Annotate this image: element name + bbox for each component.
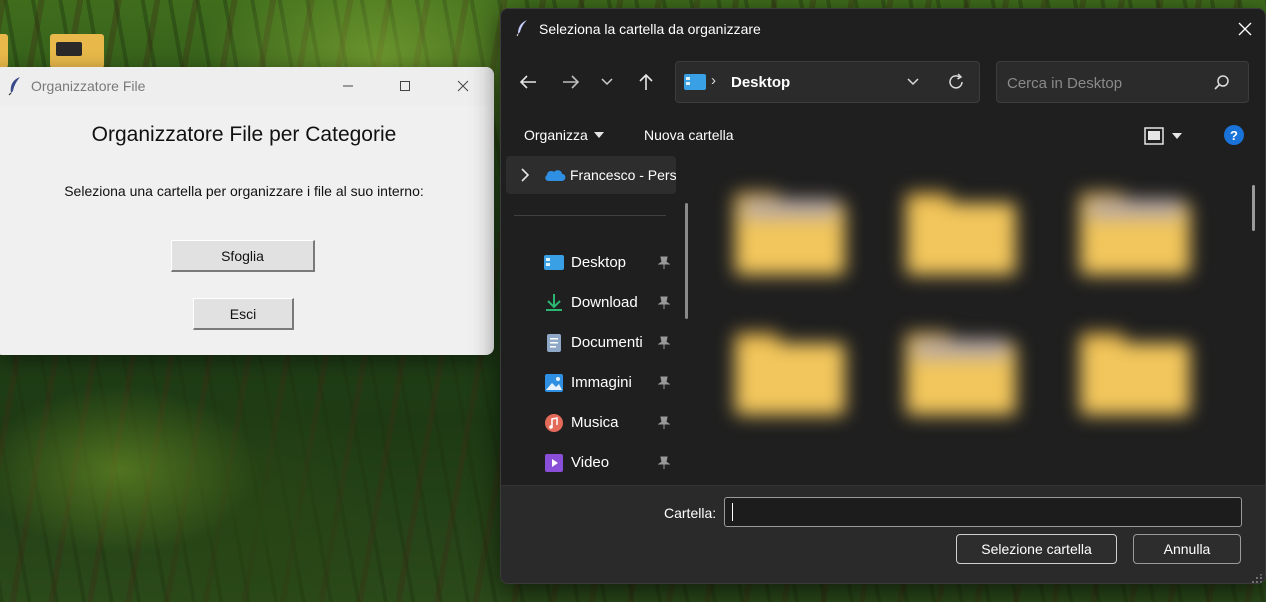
new-folder-label: Nuova cartella	[644, 127, 734, 143]
folder-icon[interactable]	[735, 193, 845, 275]
arrow-up-icon	[639, 73, 653, 90]
new-folder-button[interactable]: Nuova cartella	[644, 127, 734, 143]
refresh-button[interactable]	[944, 71, 968, 93]
close-icon	[457, 80, 469, 92]
view-options-button[interactable]	[1144, 125, 1190, 147]
desktop-icon	[684, 74, 706, 90]
caret-down-icon	[1172, 133, 1182, 139]
up-button[interactable]	[631, 67, 661, 97]
folder-icon[interactable]	[1080, 193, 1190, 275]
forward-button[interactable]	[556, 67, 586, 97]
dialog-close-button[interactable]	[1223, 9, 1265, 49]
nav-divider	[514, 215, 666, 216]
feather-icon	[516, 20, 527, 37]
refresh-icon	[949, 73, 963, 89]
nav-item-label: Download	[571, 294, 638, 311]
download-icon	[546, 294, 562, 311]
dialog-titlebar[interactable]: Seleziona la cartella da organizzare	[501, 9, 1265, 49]
search-box[interactable]	[996, 61, 1249, 103]
pin-icon	[658, 376, 670, 389]
folder-icon[interactable]	[735, 333, 845, 415]
maximize-button[interactable]	[382, 67, 428, 105]
breadcrumb-separator: ›	[711, 72, 716, 89]
arrow-left-icon	[519, 75, 536, 89]
chevron-down-icon	[907, 78, 919, 86]
breadcrumb-desktop[interactable]: Desktop	[731, 74, 790, 91]
organizer-window: Organizzatore File Organizzatore File pe…	[0, 67, 494, 355]
dialog-footer: Cartella: Selezione cartella Annulla	[501, 485, 1265, 584]
pin-icon	[658, 336, 670, 349]
nav-item-documents[interactable]: Documenti	[541, 325, 681, 361]
recent-locations-button[interactable]	[595, 67, 619, 97]
desktop-folder-icon[interactable]	[50, 34, 104, 68]
nav-item-music[interactable]: Musica	[541, 405, 681, 441]
app-heading: Organizzatore File per Categorie	[91, 123, 397, 146]
tk-body: Organizzatore File per Categorie Selezio…	[0, 105, 494, 355]
nav-item-desktop[interactable]: Desktop	[541, 245, 681, 281]
window-title: Organizzatore File	[31, 78, 146, 94]
minimize-icon	[343, 85, 353, 87]
folder-icon[interactable]	[906, 193, 1016, 275]
nav-scrollbar[interactable]	[685, 203, 688, 319]
folder-field-label: Cartella:	[664, 505, 717, 521]
tk-titlebar[interactable]: Organizzatore File	[0, 67, 494, 105]
folder-icon[interactable]	[906, 333, 1016, 415]
pin-icon	[658, 456, 670, 469]
address-dropdown-button[interactable]	[902, 71, 924, 93]
minimize-button[interactable]	[325, 67, 371, 105]
nav-item-download[interactable]: Download	[541, 285, 681, 321]
cancel-button[interactable]: Annulla	[1133, 534, 1241, 564]
music-icon	[545, 414, 563, 432]
pin-icon	[658, 256, 670, 269]
pin-icon	[658, 416, 670, 429]
pictures-icon	[545, 374, 563, 392]
desktop-icon	[544, 255, 564, 270]
back-button[interactable]	[513, 67, 543, 97]
video-icon	[545, 454, 563, 472]
address-bar[interactable]: › Desktop	[675, 61, 980, 103]
browse-button[interactable]: Sfoglia	[171, 240, 315, 272]
text-caret	[732, 503, 733, 521]
select-folder-button[interactable]: Selezione cartella	[956, 534, 1117, 564]
nav-item-label: Video	[571, 454, 610, 471]
exit-button[interactable]: Esci	[193, 298, 294, 330]
view-pane-icon	[1144, 127, 1164, 145]
desktop-folder-icon[interactable]	[0, 34, 8, 68]
feather-icon	[8, 77, 20, 96]
close-button[interactable]	[440, 67, 486, 105]
nav-item-onedrive[interactable]: Francesco - Pers	[506, 156, 676, 194]
folder-icon[interactable]	[1080, 333, 1190, 415]
close-icon	[1238, 22, 1252, 36]
nav-item-label: Immagini	[571, 374, 632, 391]
chevron-down-icon	[601, 78, 613, 86]
nav-onedrive-label: Francesco - Pers	[570, 167, 676, 183]
caret-down-icon	[593, 132, 604, 138]
nav-item-label: Documenti	[571, 334, 643, 351]
dialog-title: Seleziona la cartella da organizzare	[539, 21, 761, 37]
help-button[interactable]: ?	[1224, 125, 1244, 145]
nav-item-label: Musica	[571, 414, 619, 431]
folder-name-input[interactable]	[724, 497, 1242, 527]
nav-item-label: Desktop	[571, 254, 627, 271]
folder-picker-dialog: Seleziona la cartella da organizzare › D…	[500, 8, 1266, 584]
organize-menu[interactable]: Organizza	[524, 127, 604, 143]
search-input[interactable]	[1007, 72, 1207, 94]
content-scrollbar[interactable]	[1252, 185, 1255, 231]
navigation-pane: Francesco - Pers Desktop Download Docume…	[501, 155, 699, 485]
chevron-right-icon	[521, 168, 530, 182]
maximize-icon	[400, 81, 410, 91]
organize-label: Organizza	[524, 127, 588, 143]
pin-icon	[658, 296, 670, 309]
resize-grip-icon[interactable]	[1251, 574, 1263, 584]
cloud-icon	[545, 170, 566, 181]
arrow-right-icon	[563, 75, 580, 89]
documents-icon	[547, 334, 561, 352]
instruction-text: Seleziona una cartella per organizzare i…	[64, 183, 424, 199]
folder-content-area	[700, 155, 1260, 485]
nav-item-video[interactable]: Video	[541, 445, 681, 481]
nav-item-pictures[interactable]: Immagini	[541, 365, 681, 401]
search-icon	[1214, 75, 1229, 90]
